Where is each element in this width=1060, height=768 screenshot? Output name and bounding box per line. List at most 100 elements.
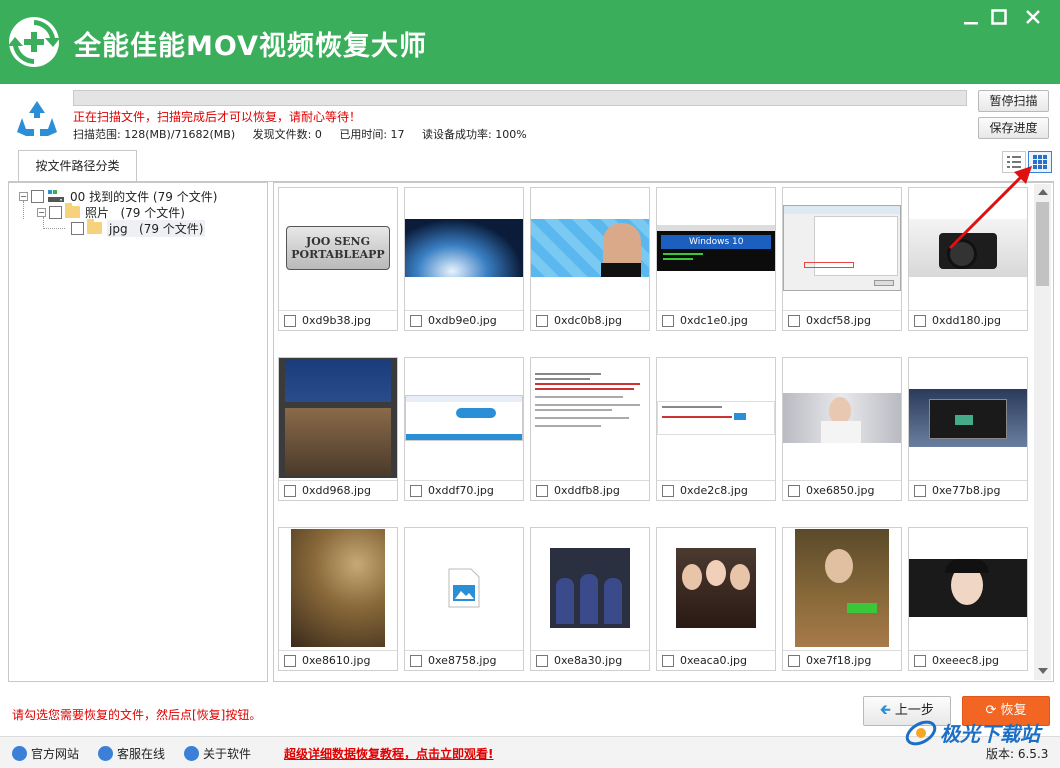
thumbnail-checkbox[interactable] [284, 654, 296, 667]
footer-bar: 官方网站 客服在线 关于软件 超级详细数据恢复教程，点击立即观看! 版本: 6.… [0, 736, 1060, 768]
minimize-button[interactable] [958, 4, 984, 30]
thumbnail-image[interactable] [783, 528, 901, 648]
thumbnail-checkbox[interactable] [410, 484, 422, 497]
thumbnail-caption: 0xdc1e0.jpg [657, 310, 775, 330]
scroll-up-arrow-icon[interactable] [1038, 189, 1048, 195]
thumbnail-item[interactable]: 0xe7f18.jpg [782, 527, 902, 671]
thumbnail-image[interactable] [405, 528, 523, 648]
thumbnail-image[interactable] [531, 358, 649, 478]
thumbnail-image[interactable] [531, 528, 649, 648]
tab-by-file-path[interactable]: 按文件路径分类 [18, 150, 137, 182]
thumbnail-checkbox[interactable] [914, 314, 926, 327]
collapse-toggle[interactable]: − [19, 191, 28, 201]
thumbnail-checkbox[interactable] [788, 314, 800, 327]
thumbnail-checkbox[interactable] [662, 484, 674, 497]
thumbnail-image[interactable] [531, 188, 649, 308]
thumbnail-image[interactable] [783, 358, 901, 478]
thumbnail-checkbox[interactable] [914, 484, 926, 497]
tree-checkbox[interactable] [31, 189, 44, 203]
thumbnail-checkbox[interactable] [662, 654, 674, 667]
thumbnail-image[interactable]: Windows 10 [657, 188, 775, 308]
customer-service-link[interactable]: 客服在线 [98, 745, 165, 762]
file-name: 0xdcf58.jpg [806, 314, 871, 327]
scroll-down-arrow-icon[interactable] [1038, 668, 1048, 674]
pause-scan-button[interactable]: 暂停扫描 [978, 90, 1049, 112]
tutorial-promo-link[interactable]: 超级详细数据恢复教程，点击立即观看! [284, 745, 493, 762]
thumbnail-image[interactable] [783, 188, 901, 308]
folder-icon [65, 203, 80, 218]
thumbnail-item[interactable]: 0xe8610.jpg [278, 527, 398, 671]
thumbnail-item[interactable]: 0xeeec8.jpg [908, 527, 1028, 671]
thumbnail-item[interactable]: 0xddfb8.jpg [530, 357, 650, 501]
list-view-button[interactable] [1002, 151, 1026, 173]
vertical-scrollbar[interactable] [1034, 184, 1051, 680]
thumbnail-item[interactable]: 0xdc0b8.jpg [530, 187, 650, 331]
thumbnail-checkbox[interactable] [914, 654, 926, 667]
thumbnail-image[interactable] [657, 528, 775, 648]
tree-checkbox[interactable] [71, 221, 84, 235]
refresh-icon: ⟳ [985, 703, 997, 718]
grid-view-button[interactable] [1028, 151, 1052, 173]
thumbnail-item[interactable]: 0xdcf58.jpg [782, 187, 902, 331]
collapse-toggle[interactable]: − [37, 207, 46, 217]
chat-icon [98, 746, 113, 761]
thumbnail-image[interactable] [909, 188, 1027, 308]
thumbnail-item[interactable]: 0xeaca0.jpg [656, 527, 776, 671]
thumbnail-image[interactable] [909, 528, 1027, 648]
thumbnail-item[interactable]: 0xe77b8.jpg [908, 357, 1028, 501]
thumbnail-caption: 0xeaca0.jpg [657, 650, 775, 670]
thumbnail-item[interactable]: 0xe8758.jpg [404, 527, 524, 671]
thumbnail-image[interactable]: JOO SENG PORTABLEAPP [279, 188, 397, 308]
thumbnail-checkbox[interactable] [410, 654, 422, 667]
thumbnail-checkbox[interactable] [410, 314, 422, 327]
thumbnail-checkbox[interactable] [662, 314, 674, 327]
official-site-link[interactable]: 官方网站 [12, 745, 79, 762]
recover-label: 恢复 [1000, 703, 1027, 718]
thumbnail-image[interactable] [405, 188, 523, 308]
arrow-left-icon: 🡰 [880, 703, 891, 718]
thumbnail-image[interactable] [405, 358, 523, 478]
thumbnail-image[interactable] [909, 358, 1027, 478]
thumbnail-checkbox[interactable] [788, 484, 800, 497]
thumbnail-item[interactable]: 0xdd968.jpg [278, 357, 398, 501]
thumbnail-item[interactable]: 0xdb9e0.jpg [404, 187, 524, 331]
file-name: 0xeeec8.jpg [932, 654, 1000, 667]
elapsed-time: 已用时间: 17 [339, 128, 405, 141]
file-name: 0xde2c8.jpg [680, 484, 748, 497]
about-software-link[interactable]: 关于软件 [184, 745, 251, 762]
tree-checkbox[interactable] [49, 205, 62, 219]
file-name: 0xddfb8.jpg [554, 484, 620, 497]
thumbnail-item[interactable]: 0xe6850.jpg [782, 357, 902, 501]
tree-node-found-files[interactable]: − 00 找到的文件 (79 个文件) [19, 188, 217, 204]
thumbnail-checkbox[interactable] [536, 654, 548, 667]
thumbnail-caption: 0xe6850.jpg [783, 480, 901, 500]
tree-node-jpg[interactable]: jpg (79 个文件) [71, 219, 206, 237]
thumbnail-checkbox[interactable] [788, 654, 800, 667]
thumbnail-item[interactable]: JOO SENG PORTABLEAPP 0xd9b38.jpg [278, 187, 398, 331]
thumbnail-caption: 0xddf70.jpg [405, 480, 523, 500]
thumbnail-image[interactable] [279, 528, 397, 648]
tree-node-photos[interactable]: − 照片 (79 个文件) [37, 203, 185, 220]
thumbnail-checkbox[interactable] [536, 314, 548, 327]
save-progress-button[interactable]: 保存进度 [978, 117, 1049, 139]
thumbnail-item[interactable]: 0xddf70.jpg [404, 357, 524, 501]
version-label: 版本: 6.5.3 [986, 747, 1049, 761]
maximize-button[interactable] [986, 4, 1012, 30]
file-name: 0xd9b38.jpg [302, 314, 371, 327]
scrollbar-thumb[interactable] [1036, 202, 1049, 286]
thumbnail-caption: 0xdcf58.jpg [783, 310, 901, 330]
thumbnail-checkbox[interactable] [284, 314, 296, 327]
thumbnail-item[interactable]: 0xe8a30.jpg [530, 527, 650, 671]
maximize-icon [991, 9, 1007, 25]
thumbnail-item[interactable]: 0xdd180.jpg [908, 187, 1028, 331]
thumbnail-caption: 0xe8610.jpg [279, 650, 397, 670]
tree-label: jpg [109, 221, 128, 236]
thumbnail-image[interactable] [279, 358, 397, 478]
thumbnail-image[interactable] [657, 358, 775, 478]
thumbnail-caption: 0xddfb8.jpg [531, 480, 649, 500]
thumbnail-item[interactable]: 0xde2c8.jpg [656, 357, 776, 501]
close-button[interactable] [1020, 4, 1046, 30]
thumbnail-item[interactable]: Windows 10 0xdc1e0.jpg [656, 187, 776, 331]
thumbnail-checkbox[interactable] [536, 484, 548, 497]
thumbnail-checkbox[interactable] [284, 484, 296, 497]
